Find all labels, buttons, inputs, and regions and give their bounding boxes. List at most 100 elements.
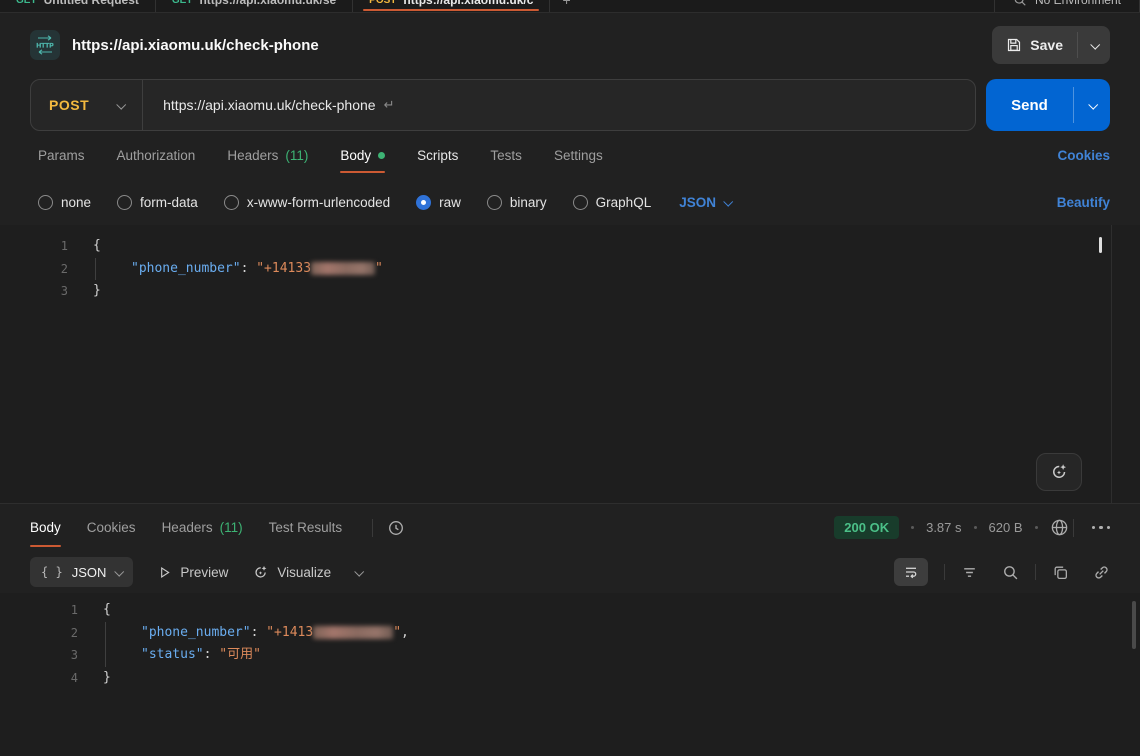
mode-raw-selected[interactable]: raw: [416, 195, 461, 210]
request-tabs: Params Authorization Headers (11) Body S…: [0, 131, 1140, 179]
tab-title: Untitled Request: [44, 0, 139, 7]
history-clock-icon[interactable]: [387, 519, 405, 537]
send-options-button[interactable]: [1074, 79, 1110, 131]
tab-title: https://api.xiaomu.uk/c: [403, 0, 533, 7]
wrap-lines-button[interactable]: [894, 558, 928, 586]
request-header: HTTP HTTP https://api.xiaomu.uk/check-ph…: [0, 13, 1140, 77]
scrollbar-track: [1111, 225, 1112, 503]
send-split-button: Send: [986, 79, 1110, 131]
line-number: 3: [0, 644, 78, 667]
response-tab-body[interactable]: Body: [30, 504, 61, 551]
mode-label: GraphQL: [596, 195, 652, 210]
tab-label: Authorization: [117, 148, 196, 163]
copy-icon: [1052, 564, 1069, 581]
request-tab-1[interactable]: GET Untitled Request: [0, 0, 156, 13]
line-number: 1: [0, 235, 68, 258]
filter-lines-icon: [961, 564, 978, 581]
search-icon: [1013, 0, 1027, 7]
more-options-button[interactable]: [1092, 526, 1111, 530]
mode-binary[interactable]: binary: [487, 195, 547, 210]
url-input[interactable]: https://api.xiaomu.uk/check-phone ↵: [143, 80, 975, 130]
chevron-down-icon: [1090, 39, 1100, 49]
body-mode-row: none form-data x-www-form-urlencoded raw…: [0, 179, 1140, 225]
radio-icon: [38, 195, 53, 210]
workspace-tab-bar: GET Untitled Request GET https://api.xia…: [0, 0, 1140, 13]
tab-label: Body: [30, 520, 61, 535]
raw-type-dropdown[interactable]: JSON: [679, 195, 731, 210]
link-response-button[interactable]: [1093, 564, 1110, 581]
method-badge: GET: [16, 0, 37, 6]
tab-authorization[interactable]: Authorization: [117, 131, 196, 179]
environment-selector[interactable]: No Environment: [995, 0, 1140, 13]
postbot-button[interactable]: [1036, 453, 1082, 491]
response-tab-cookies[interactable]: Cookies: [87, 504, 136, 551]
save-button[interactable]: Save: [992, 26, 1077, 64]
visualize-button[interactable]: Visualize: [252, 564, 331, 581]
cookies-link[interactable]: Cookies: [1057, 148, 1110, 163]
json-value: "+1413: [266, 625, 313, 640]
environment-label: No Environment: [1035, 0, 1121, 7]
mode-urlencoded[interactable]: x-www-form-urlencoded: [224, 195, 390, 210]
tab-body[interactable]: Body: [340, 131, 385, 179]
raw-type-label: JSON: [679, 195, 716, 210]
mode-form-data[interactable]: form-data: [117, 195, 198, 210]
tab-params[interactable]: Params: [38, 131, 85, 179]
response-tab-headers[interactable]: Headers (11): [162, 504, 243, 551]
save-options-button[interactable]: [1078, 26, 1110, 64]
scrollbar-thumb[interactable]: [1132, 601, 1136, 649]
search-response-button[interactable]: [1002, 564, 1019, 581]
filter-button[interactable]: [961, 564, 978, 581]
new-tab-button[interactable]: +: [550, 0, 582, 13]
code-token: {: [103, 602, 111, 617]
code-line: 4 }: [0, 667, 1140, 690]
mode-none[interactable]: none: [38, 195, 91, 210]
status-badge[interactable]: 200 OK: [834, 516, 899, 539]
tab-label: Params: [38, 148, 85, 163]
tab-headers[interactable]: Headers (11): [227, 131, 308, 179]
response-format-dropdown[interactable]: { } JSON: [30, 557, 133, 587]
tab-label: Cookies: [87, 520, 136, 535]
line-number: 2: [0, 258, 68, 281]
response-body-editor[interactable]: 1 { 2 "phone_number": "+1413", 3 "status…: [0, 593, 1140, 756]
radio-icon: [224, 195, 239, 210]
code-token: :: [204, 647, 220, 662]
divider: [1035, 564, 1036, 580]
request-tab-2[interactable]: GET https://api.xiaomu.uk/se: [156, 0, 353, 13]
scrollbar-thumb[interactable]: [1099, 237, 1102, 253]
tab-label: Settings: [554, 148, 603, 163]
tab-bar-spacer: [583, 0, 995, 12]
method-dropdown[interactable]: POST: [31, 80, 142, 130]
preview-button[interactable]: Preview: [157, 565, 228, 580]
tab-settings[interactable]: Settings: [554, 131, 603, 179]
tab-scripts[interactable]: Scripts: [417, 131, 458, 179]
visualize-label: Visualize: [277, 565, 331, 580]
tab-label: Headers: [227, 148, 278, 163]
radio-icon: [117, 195, 132, 210]
mode-graphql[interactable]: GraphQL: [573, 195, 652, 210]
separator-dot: [911, 526, 914, 529]
code-line: 2 "phone_number": "+1413",: [0, 622, 1140, 645]
request-body-editor[interactable]: 1 { 2 "phone_number": "+14133" 3 }: [0, 225, 1140, 503]
response-time[interactable]: 3.87 s: [926, 520, 961, 535]
beautify-link[interactable]: Beautify: [1057, 195, 1110, 210]
postman-window: GET Untitled Request GET https://api.xia…: [0, 0, 1140, 756]
send-button[interactable]: Send: [986, 79, 1073, 131]
globe-network-icon[interactable]: [1050, 518, 1069, 537]
json-value: "可用": [219, 647, 261, 662]
chevron-down-icon: [115, 566, 125, 576]
chevron-down-icon[interactable]: [354, 566, 364, 576]
response-tab-test-results[interactable]: Test Results: [269, 504, 343, 551]
url-box: POST https://api.xiaomu.uk/check-phone ↵: [30, 79, 976, 131]
headers-count: (11): [220, 520, 243, 535]
request-tab-3-active[interactable]: POST https://api.xiaomu.uk/c: [353, 0, 550, 13]
json-value: ": [393, 625, 401, 640]
chevron-down-icon: [1088, 99, 1098, 109]
tab-label: Headers: [162, 520, 213, 535]
sparkle-wand-icon: [252, 564, 269, 581]
response-size[interactable]: 620 B: [989, 520, 1023, 535]
divider: [1073, 519, 1074, 537]
json-key: "phone_number": [131, 261, 241, 276]
braces-icon: { }: [41, 565, 63, 579]
copy-response-button[interactable]: [1052, 564, 1069, 581]
tab-tests[interactable]: Tests: [490, 131, 522, 179]
